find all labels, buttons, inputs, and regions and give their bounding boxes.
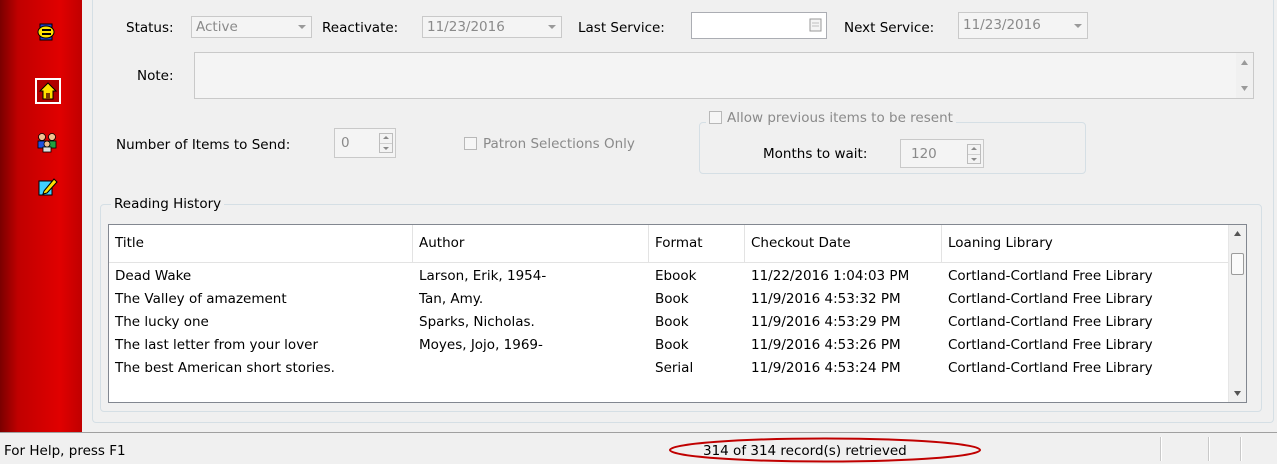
reading-history-table[interactable]: Title Author Format Checkout Date Loanin…: [108, 224, 1247, 403]
cell-loaning-library: Cortland-Cortland Free Library: [948, 268, 1153, 284]
table-row[interactable]: The last letter from your lover Moyes, J…: [109, 334, 1229, 357]
months-to-wait-label: Months to wait:: [763, 146, 868, 162]
status-divider: [1208, 437, 1210, 461]
scroll-arrows-icon: [1241, 60, 1248, 91]
cell-checkout-date: 11/9/2016 4:53:29 PM: [751, 314, 901, 330]
status-divider: [1240, 437, 1242, 461]
scroll-up-button[interactable]: [1229, 225, 1246, 242]
cell-author: [413, 357, 649, 380]
chevron-down-icon: [1234, 391, 1241, 396]
cell-format: Book: [655, 291, 689, 307]
help-text: For Help, press F1: [4, 443, 126, 459]
edit-pencil-icon[interactable]: [36, 176, 58, 198]
cell-loaning-library: Cortland-Cortland Free Library: [948, 360, 1153, 376]
next-service-date-picker[interactable]: 11/23/2016: [958, 12, 1088, 39]
resend-groupbox: [699, 122, 1086, 174]
records-retrieved-text: 314 of 314 record(s) retrieved: [703, 443, 907, 459]
cell-format: Serial: [655, 360, 694, 376]
table-row[interactable]: The lucky one Sparks, Nicholas. Book 11/…: [109, 311, 1229, 334]
cell-loaning-library: Cortland-Cortland Free Library: [948, 314, 1153, 330]
cell-checkout-date: 11/9/2016 4:53:24 PM: [751, 360, 901, 376]
main-panel: Status: Active Reactivate: 11/23/2016 La…: [82, 0, 1277, 432]
cell-title: The Valley of amazement: [115, 291, 287, 307]
chevron-down-icon: [298, 25, 306, 29]
cell-format: Book: [655, 337, 689, 353]
exit-door-icon[interactable]: [36, 21, 58, 43]
items-to-send-value: 0: [341, 135, 350, 151]
status-value: Active: [196, 19, 238, 35]
last-service-field[interactable]: [691, 12, 827, 39]
spin-buttons[interactable]: [379, 133, 393, 153]
sidebar: [0, 0, 82, 432]
next-service-value: 11/23/2016: [963, 17, 1041, 33]
cell-loaning-library: Cortland-Cortland Free Library: [948, 337, 1153, 353]
allow-resent-label: Allow previous items to be resent: [727, 110, 953, 126]
note-field[interactable]: [194, 52, 1254, 99]
items-to-send-stepper[interactable]: 0: [334, 128, 396, 158]
cell-checkout-date: 11/9/2016 4:53:32 PM: [751, 291, 901, 307]
next-service-label: Next Service:: [844, 20, 935, 36]
chevron-down-icon: [1074, 24, 1082, 28]
column-header-loaning-library[interactable]: Loaning Library: [942, 225, 1229, 262]
cell-checkout-date: 11/22/2016 1:04:03 PM: [751, 268, 910, 284]
cell-title: Dead Wake: [115, 268, 192, 284]
scroll-thumb[interactable]: [1231, 253, 1244, 275]
chevron-down-icon: [548, 25, 556, 29]
column-header-checkout-date[interactable]: Checkout Date: [745, 225, 942, 262]
home-icon[interactable]: [35, 78, 61, 104]
status-divider: [1160, 437, 1162, 461]
table-row[interactable]: The best American short stories. Serial …: [109, 357, 1229, 380]
patron-selections-checkbox[interactable]: [464, 137, 477, 150]
cell-checkout-date: 11/9/2016 4:53:26 PM: [751, 337, 901, 353]
reactivate-date-picker[interactable]: 11/23/2016: [422, 16, 562, 38]
reactivate-label: Reactivate:: [322, 20, 399, 36]
status-bar: For Help, press F1 314 of 314 record(s) …: [0, 432, 1277, 464]
patron-selections-label: Patron Selections Only: [483, 136, 635, 152]
months-to-wait-value: 120: [911, 146, 937, 162]
cell-title: The last letter from your lover: [115, 337, 319, 353]
column-header-format[interactable]: Format: [649, 225, 745, 262]
column-header-title[interactable]: Title: [109, 225, 413, 262]
status-dropdown[interactable]: Active: [191, 16, 312, 38]
allow-resent-checkbox[interactable]: [709, 111, 722, 124]
cell-author: Larson, Erik, 1954-: [419, 268, 547, 284]
note-label: Note:: [137, 68, 174, 84]
cell-format: Ebook: [655, 268, 697, 284]
status-label: Status:: [126, 20, 174, 36]
cell-title: The lucky one: [115, 314, 209, 330]
table-row[interactable]: Dead Wake Larson, Erik, 1954- Ebook 11/2…: [109, 265, 1229, 288]
table-scrollbar[interactable]: [1228, 225, 1246, 402]
cell-author: Sparks, Nicholas.: [419, 314, 535, 330]
spin-buttons[interactable]: [967, 144, 981, 164]
note-scrollbar[interactable]: [1236, 53, 1253, 98]
months-to-wait-stepper[interactable]: 120: [900, 139, 984, 168]
last-service-label: Last Service:: [578, 20, 665, 36]
reactivate-value: 11/23/2016: [427, 19, 505, 35]
resend-groupbox-title: Allow previous items to be resent: [706, 110, 956, 126]
items-to-send-label: Number of Items to Send:: [116, 137, 291, 153]
column-header-author[interactable]: Author: [413, 225, 649, 262]
cell-format: Book: [655, 314, 689, 330]
cell-author: Moyes, Jojo, 1969-: [419, 337, 543, 353]
reading-history-title: Reading History: [111, 196, 225, 212]
table-header: Title Author Format Checkout Date Loanin…: [109, 225, 1229, 263]
calendar-icon[interactable]: [809, 18, 823, 32]
cell-loaning-library: Cortland-Cortland Free Library: [948, 291, 1153, 307]
scroll-down-button[interactable]: [1229, 385, 1246, 402]
chevron-up-icon: [1234, 231, 1241, 236]
cell-title: The best American short stories.: [115, 360, 335, 376]
cell-author: Tan, Amy.: [419, 291, 484, 307]
people-group-icon[interactable]: [36, 131, 58, 153]
table-row[interactable]: The Valley of amazement Tan, Amy. Book 1…: [109, 288, 1229, 311]
